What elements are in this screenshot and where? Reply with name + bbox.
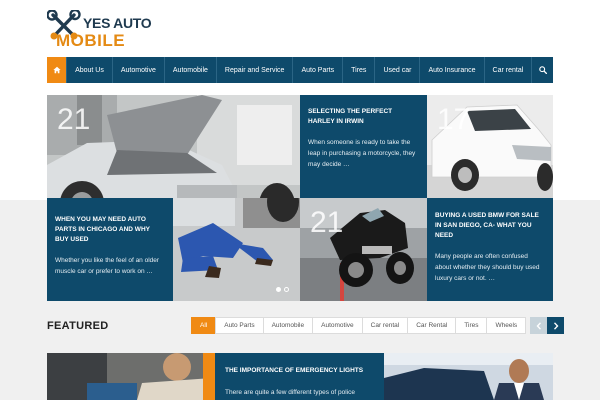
slider-dots <box>276 287 289 292</box>
mechanic-engine-image <box>47 353 215 400</box>
home-icon <box>52 66 61 74</box>
post-excerpt-emergency-lights: There are quite a few different types of… <box>225 389 355 396</box>
tab-car-rental-alt[interactable]: Car Rental <box>407 317 457 334</box>
featured-post-salesman[interactable] <box>384 353 553 400</box>
tab-automobile[interactable]: Automobile <box>262 317 314 334</box>
slider-dot-1[interactable] <box>276 287 281 292</box>
tab-automotive[interactable]: Automotive <box>312 317 363 334</box>
featured-orange-bar <box>203 353 215 400</box>
featured-post-emergency-lights[interactable]: THE IMPORTANCE OF EMERGENCY LIGHTS There… <box>215 353 384 400</box>
nav-home-button[interactable] <box>47 57 67 83</box>
tab-car-rental[interactable]: Car rental <box>361 317 409 334</box>
post-tile-auto-parts[interactable]: WHEN YOU MAY NEED AUTO PARTS IN CHICAGO … <box>47 198 173 301</box>
nav-item-repair-and-service[interactable]: Repair and Service <box>215 57 293 83</box>
post-title-auto-parts[interactable]: WHEN YOU MAY NEED AUTO PARTS IN CHICAGO … <box>55 215 165 245</box>
nav-item-used-car[interactable]: Used car <box>374 57 419 83</box>
tab-all[interactable]: All <box>191 317 217 334</box>
nav-item-tires[interactable]: Tires <box>342 57 374 83</box>
tab-tires[interactable]: Tires <box>455 317 488 334</box>
post-excerpt-harley: When someone is ready to take the leap i… <box>308 139 416 168</box>
featured-heading: FEATURED <box>47 320 109 332</box>
nav-item-automobile[interactable]: Automobile <box>163 57 216 83</box>
post-tile-motorcycle[interactable]: 21 <box>300 198 427 301</box>
post-excerpt-bmw: Many people are often confused about whe… <box>435 253 540 282</box>
featured-post-grid: 21 SELECTING THE PERFECT HARLEY IN IRWIN… <box>47 95 553 301</box>
post-tile-mechanic[interactable]: 21 <box>47 95 300 198</box>
post-tile-harley[interactable]: SELECTING THE PERFECT HARLEY IN IRWIN Wh… <box>300 95 427 198</box>
chevron-right-icon <box>553 321 559 330</box>
post-tile-sedan[interactable]: 17 <box>427 95 553 198</box>
tab-auto-parts[interactable]: Auto Parts <box>215 317 264 334</box>
car-salesman-image <box>384 353 553 400</box>
nav-item-car-rental[interactable]: Car rental <box>483 57 532 83</box>
mechanic-legs-image <box>173 198 300 301</box>
logo-text-bottom: MOBILE <box>56 31 126 50</box>
tabs-next-button[interactable] <box>547 317 565 334</box>
nav-item-automotive[interactable]: Automotive <box>111 57 164 83</box>
tab-wheels[interactable]: Wheels <box>486 317 527 334</box>
featured-category-tabs: All Auto Parts Automobile Automotive Car… <box>191 317 565 334</box>
tile-date-number: 21 <box>57 103 91 136</box>
nav-item-auto-parts[interactable]: Auto Parts <box>292 57 342 83</box>
tile-date-number: 17 <box>437 103 471 136</box>
post-tile-bmw[interactable]: BUYING A USED BMW FOR SALE IN SAN DIEGO,… <box>427 198 553 301</box>
search-icon <box>538 66 547 74</box>
slider-dot-2[interactable] <box>284 287 289 292</box>
post-excerpt-auto-parts: Whether you like the feel of an older mu… <box>55 257 160 275</box>
tile-date-number: 21 <box>310 206 344 239</box>
post-title-bmw[interactable]: BUYING A USED BMW FOR SALE IN SAN DIEGO,… <box>435 211 545 241</box>
featured-post-mechanic[interactable] <box>47 353 215 400</box>
site-logo[interactable]: YES AUTO MOBILE <box>47 8 157 50</box>
nav-search-button[interactable] <box>531 57 553 83</box>
post-title-harley[interactable]: SELECTING THE PERFECT HARLEY IN IRWIN <box>308 107 419 127</box>
tabs-prev-button[interactable] <box>530 317 548 334</box>
logo-text-top: YES AUTO <box>83 15 152 31</box>
chevron-left-icon <box>536 321 541 330</box>
post-title-emergency-lights[interactable]: THE IMPORTANCE OF EMERGENCY LIGHTS <box>225 367 363 374</box>
post-tile-mechanic-lower[interactable] <box>173 198 300 301</box>
nav-item-auto-insurance[interactable]: Auto Insurance <box>419 57 483 83</box>
nav-item-about-us[interactable]: About Us <box>66 57 112 83</box>
main-navigation: About Us Automotive Automobile Repair an… <box>47 57 553 83</box>
